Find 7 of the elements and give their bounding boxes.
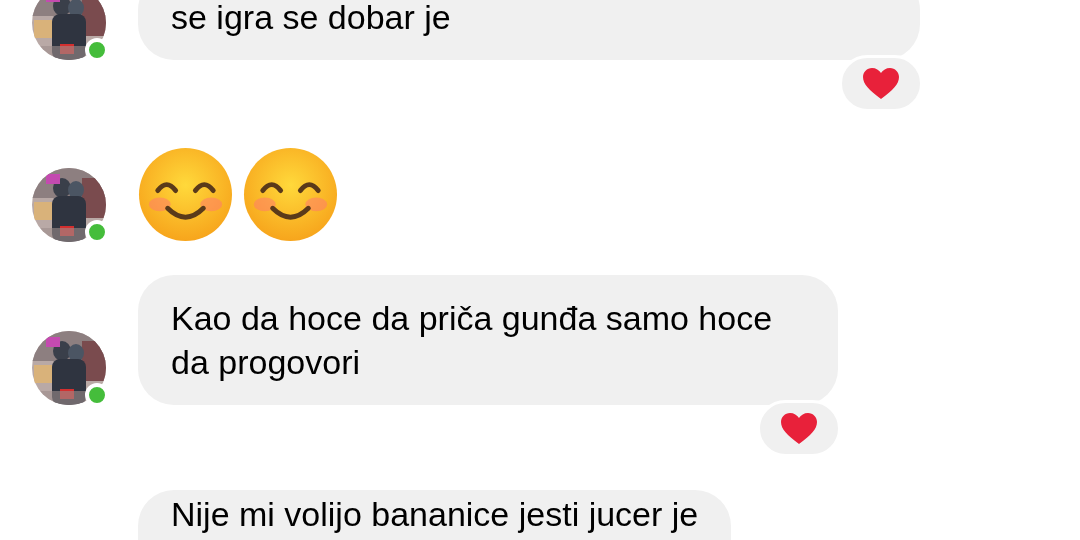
- message-bubble: Kao da hoce da priča gunđa samo hoce da progovori: [138, 275, 838, 405]
- heart-icon: [863, 67, 899, 100]
- message-bubble: Nije mi volijo bananice jesti jucer je: [138, 490, 732, 540]
- smiling-face-icon: [138, 147, 233, 242]
- message-bubble: se igra se dobar je: [138, 0, 920, 60]
- heart-icon: [781, 412, 817, 445]
- smiling-face-icon: [243, 147, 338, 242]
